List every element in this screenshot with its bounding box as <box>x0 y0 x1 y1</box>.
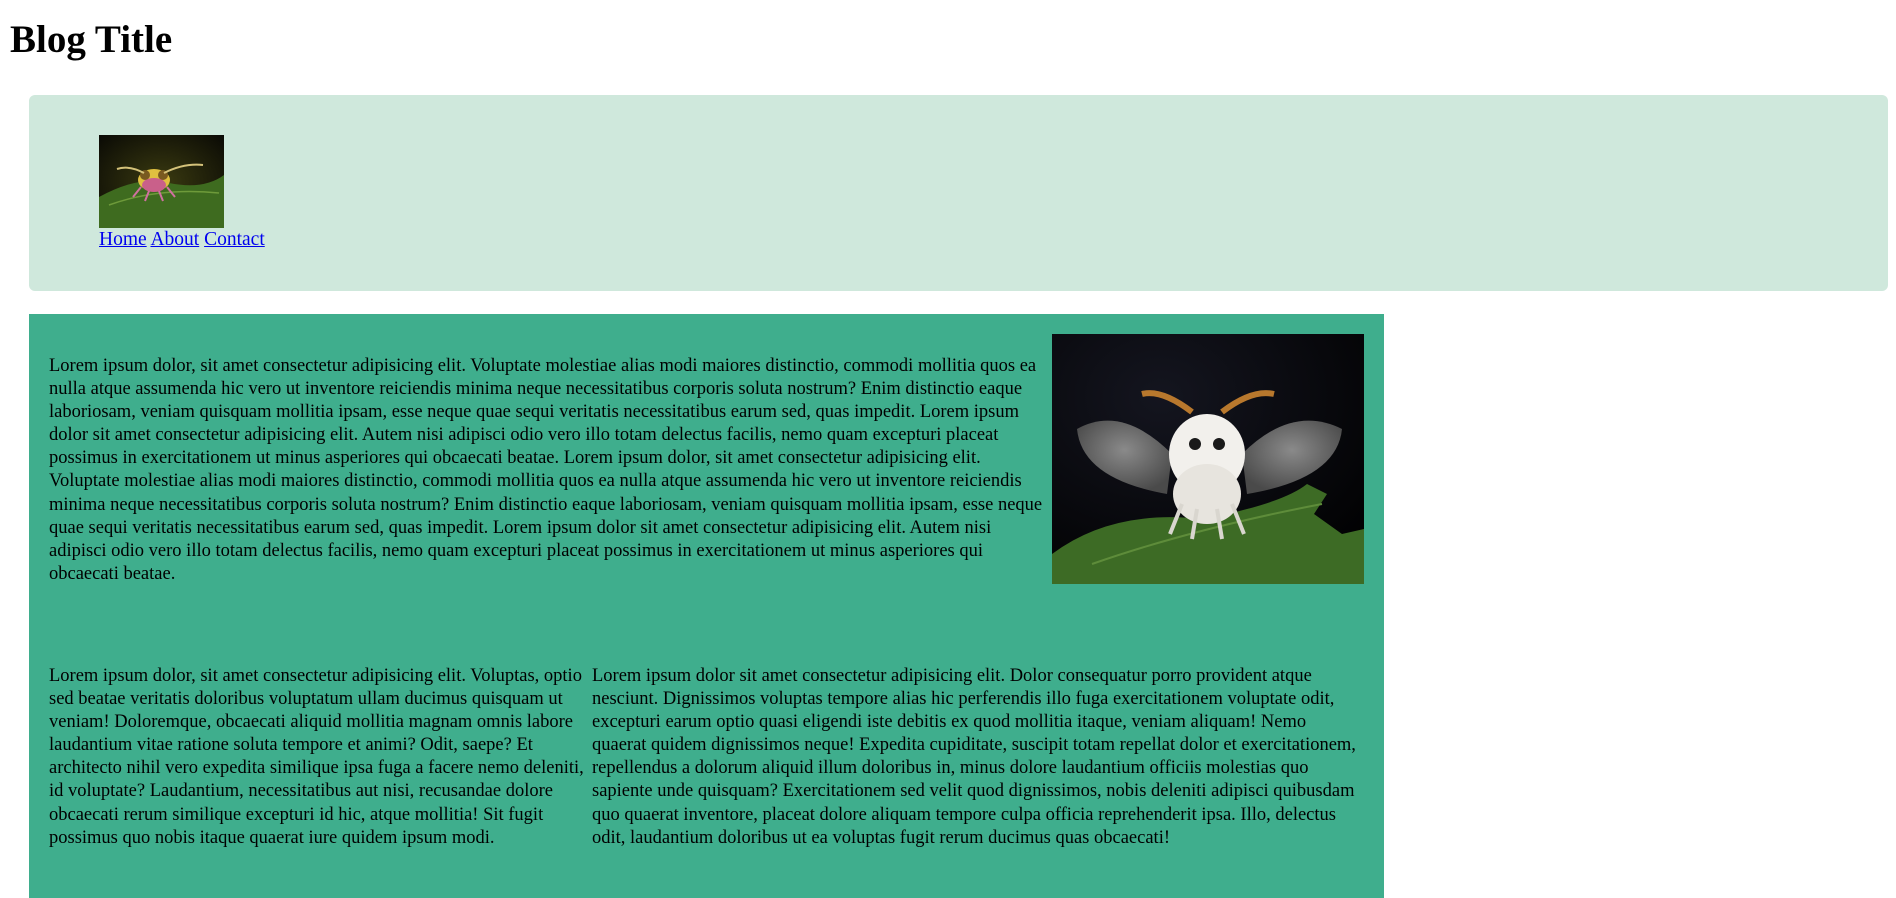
hero-image <box>1052 334 1364 584</box>
column-right-paragraph: Lorem ipsum dolor sit amet consectetur a… <box>592 666 1356 848</box>
intro-paragraph: Lorem ipsum dolor, sit amet consectetur … <box>49 356 1043 584</box>
header-banner <box>29 95 1888 291</box>
column-left-paragraph: Lorem ipsum dolor, sit amet consectetur … <box>49 666 584 848</box>
nav-link-about[interactable]: About <box>150 229 199 250</box>
nav-link-contact[interactable]: Contact <box>204 229 265 250</box>
logo-image <box>99 135 224 228</box>
page-title: Blog Title <box>10 18 173 61</box>
nav-link-home[interactable]: Home <box>99 229 147 250</box>
main-nav: Home About Contact <box>99 228 265 252</box>
